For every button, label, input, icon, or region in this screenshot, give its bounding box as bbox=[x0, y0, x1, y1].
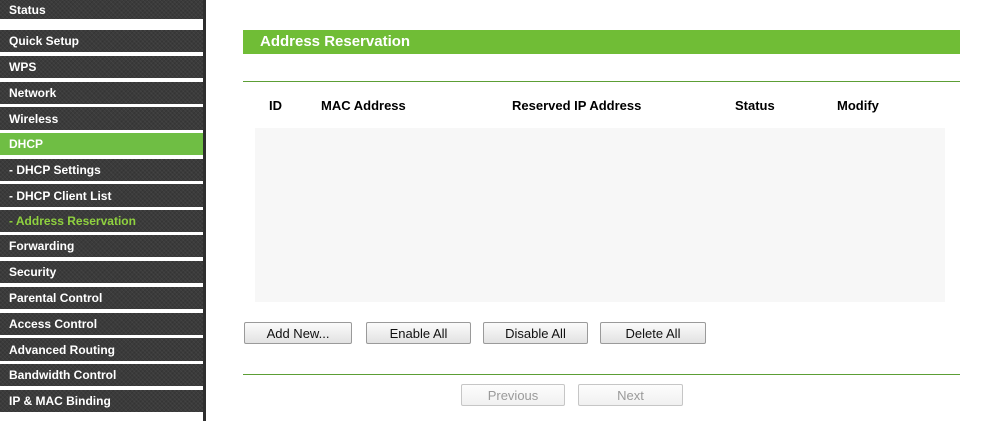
sidebar-item-address-reservation[interactable]: - Address Reservation bbox=[0, 210, 203, 232]
main-content: Address Reservation ID MAC Address Reser… bbox=[206, 0, 984, 421]
sidebar-item-dhcp[interactable]: DHCP bbox=[0, 133, 203, 155]
sidebar-item-quick-setup[interactable]: Quick Setup bbox=[0, 30, 203, 52]
column-header-id: ID bbox=[269, 98, 282, 113]
enable-all-button[interactable]: Enable All bbox=[366, 322, 471, 344]
sidebar-item-access-control[interactable]: Access Control bbox=[0, 313, 203, 335]
sidebar-nav: Status Quick Setup WPS Network Wireless … bbox=[0, 0, 203, 421]
column-header-reserved-ip: Reserved IP Address bbox=[512, 98, 642, 113]
sidebar-item-bandwidth-control[interactable]: Bandwidth Control bbox=[0, 364, 203, 386]
sidebar-item-status[interactable]: Status bbox=[0, 0, 203, 19]
sidebar-item-network[interactable]: Network bbox=[0, 82, 203, 104]
sidebar-item-forwarding[interactable]: Forwarding bbox=[0, 235, 203, 257]
next-button[interactable]: Next bbox=[578, 384, 683, 406]
delete-all-button[interactable]: Delete All bbox=[600, 322, 706, 344]
top-divider bbox=[243, 81, 960, 82]
disable-all-button[interactable]: Disable All bbox=[483, 322, 588, 344]
sidebar-item-wps[interactable]: WPS bbox=[0, 56, 203, 78]
sidebar-item-wireless[interactable]: Wireless bbox=[0, 107, 203, 130]
sidebar-item-advanced-routing[interactable]: Advanced Routing bbox=[0, 338, 203, 361]
sidebar-item-ip-mac-binding[interactable]: IP & MAC Binding bbox=[0, 390, 203, 412]
previous-button[interactable]: Previous bbox=[461, 384, 565, 406]
column-header-mac-address: MAC Address bbox=[321, 98, 406, 113]
reservation-table-body bbox=[255, 128, 945, 302]
add-new-button[interactable]: Add New... bbox=[244, 322, 352, 344]
column-header-modify: Modify bbox=[837, 98, 879, 113]
sidebar-item-security[interactable]: Security bbox=[0, 261, 203, 283]
table-header: ID MAC Address Reserved IP Address Statu… bbox=[255, 96, 945, 116]
column-header-status: Status bbox=[735, 98, 775, 113]
sidebar-item-parental-control[interactable]: Parental Control bbox=[0, 287, 203, 309]
sidebar-item-dhcp-settings[interactable]: - DHCP Settings bbox=[0, 159, 203, 181]
sidebar-item-dhcp-client-list[interactable]: - DHCP Client List bbox=[0, 184, 203, 207]
bottom-divider bbox=[243, 374, 960, 375]
page-title: Address Reservation bbox=[243, 30, 960, 54]
